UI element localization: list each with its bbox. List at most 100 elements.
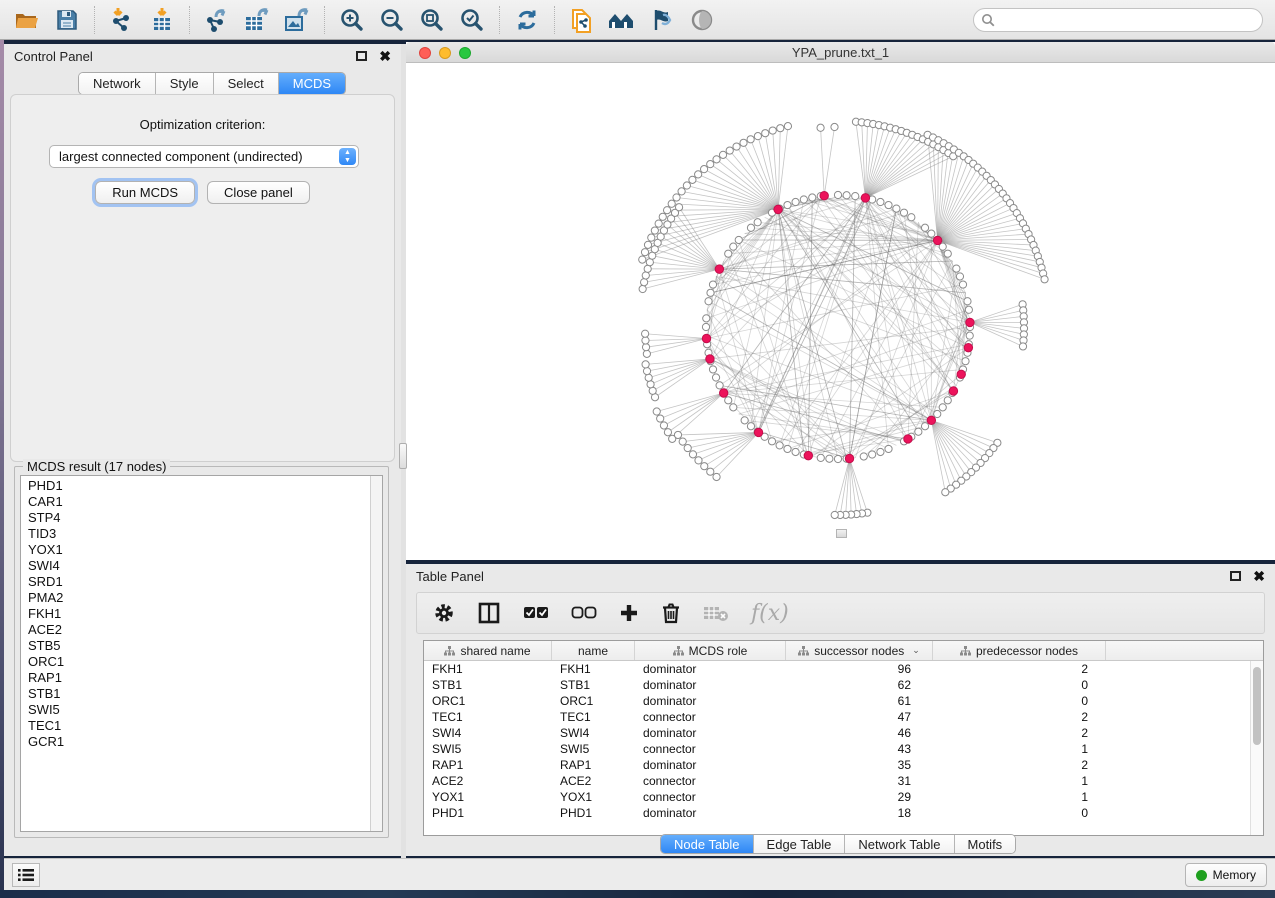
search-input[interactable] (973, 8, 1263, 32)
split-columns-icon[interactable] (477, 602, 501, 624)
task-history-button[interactable] (12, 863, 40, 887)
column-header-predecessor-nodes[interactable]: predecessor nodes (933, 641, 1106, 660)
cell-shared-name[interactable]: ORC1 (424, 693, 552, 709)
zoom-out-icon[interactable] (377, 5, 407, 35)
mcds-result-item[interactable]: TID3 (28, 526, 370, 542)
delete-column-icon[interactable] (661, 602, 681, 624)
mcds-result-item[interactable]: SWI5 (28, 702, 370, 718)
cell-predecessor-nodes[interactable]: 2 (933, 757, 1106, 773)
run-mcds-button[interactable]: Run MCDS (95, 181, 195, 204)
network-window-titlebar[interactable]: YPA_prune.txt_1 (406, 42, 1275, 63)
cell-successor-nodes[interactable]: 96 (786, 661, 933, 677)
export-image-icon[interactable] (282, 5, 312, 35)
float-table-panel-icon[interactable] (1230, 571, 1241, 581)
import-network-icon[interactable] (107, 5, 137, 35)
cell-successor-nodes[interactable]: 61 (786, 693, 933, 709)
mcds-result-item[interactable]: TEC1 (28, 718, 370, 734)
cell-predecessor-nodes[interactable]: 0 (933, 693, 1106, 709)
zoom-in-icon[interactable] (337, 5, 367, 35)
mcds-result-item[interactable]: PHD1 (28, 478, 370, 494)
delete-table-icon[interactable] (703, 604, 729, 622)
cell-predecessor-nodes[interactable]: 1 (933, 773, 1106, 789)
cell-predecessor-nodes[interactable]: 2 (933, 661, 1106, 677)
cell-shared-name[interactable]: STB1 (424, 677, 552, 693)
mcds-result-item[interactable]: SRD1 (28, 574, 370, 590)
column-header-name[interactable]: name (552, 641, 635, 660)
table-settings-icon[interactable] (433, 602, 455, 624)
maximize-window-icon[interactable] (459, 47, 471, 59)
save-session-icon[interactable] (52, 5, 82, 35)
float-panel-icon[interactable] (356, 51, 367, 61)
tab-select[interactable]: Select (214, 73, 279, 94)
column-header-successor-nodes[interactable]: successor nodes⌄ (786, 641, 933, 660)
table-row[interactable]: ORC1ORC1dominator610 (424, 693, 1263, 709)
cell-shared-name[interactable]: YOX1 (424, 789, 552, 805)
cell-predecessor-nodes[interactable]: 1 (933, 741, 1106, 757)
table-row[interactable]: ACE2ACE2connector311 (424, 773, 1263, 789)
column-header-MCDS-role[interactable]: MCDS role (635, 641, 786, 660)
cell-successor-nodes[interactable]: 62 (786, 677, 933, 693)
cell-shared-name[interactable]: SWI4 (424, 725, 552, 741)
mcds-result-item[interactable]: SWI4 (28, 558, 370, 574)
cell-successor-nodes[interactable]: 43 (786, 741, 933, 757)
select-all-checks-icon[interactable] (523, 606, 549, 620)
table-row[interactable]: PHD1PHD1dominator180 (424, 805, 1263, 821)
cell-shared-name[interactable]: PHD1 (424, 805, 552, 821)
tab-network[interactable]: Network (79, 73, 156, 94)
minimize-window-icon[interactable] (439, 47, 451, 59)
table-scrollbar[interactable] (1250, 661, 1263, 835)
cell-MCDS-role[interactable]: connector (635, 789, 786, 805)
cell-successor-nodes[interactable]: 46 (786, 725, 933, 741)
hide-details-icon[interactable] (647, 5, 677, 35)
cell-name[interactable]: STB1 (552, 677, 635, 693)
cell-name[interactable]: YOX1 (552, 789, 635, 805)
horizontal-splitter-grip[interactable] (836, 529, 847, 538)
memory-button[interactable]: Memory (1185, 863, 1267, 887)
cell-predecessor-nodes[interactable]: 1 (933, 789, 1106, 805)
cell-predecessor-nodes[interactable]: 2 (933, 725, 1106, 741)
cell-name[interactable]: RAP1 (552, 757, 635, 773)
cell-successor-nodes[interactable]: 18 (786, 805, 933, 821)
mcds-result-item[interactable]: RAP1 (28, 670, 370, 686)
import-table-icon[interactable] (147, 5, 177, 35)
mcds-result-item[interactable]: GCR1 (28, 734, 370, 750)
cell-successor-nodes[interactable]: 31 (786, 773, 933, 789)
deselect-all-checks-icon[interactable] (571, 606, 597, 620)
table-row[interactable]: FKH1FKH1dominator962 (424, 661, 1263, 677)
add-column-icon[interactable] (619, 603, 639, 623)
tab-mcds[interactable]: MCDS (279, 73, 345, 94)
mcds-result-item[interactable]: CAR1 (28, 494, 370, 510)
cell-MCDS-role[interactable]: connector (635, 773, 786, 789)
mcds-result-item[interactable]: STB5 (28, 638, 370, 654)
cell-name[interactable]: ACE2 (552, 773, 635, 789)
cell-name[interactable]: PHD1 (552, 805, 635, 821)
cell-predecessor-nodes[interactable]: 0 (933, 805, 1106, 821)
function-builder-icon[interactable]: f(x) (751, 601, 789, 626)
cell-name[interactable]: ORC1 (552, 693, 635, 709)
export-table-icon[interactable] (242, 5, 272, 35)
tab-edge-table[interactable]: Edge Table (754, 835, 846, 853)
mcds-result-item[interactable]: PMA2 (28, 590, 370, 606)
mcds-result-item[interactable]: FKH1 (28, 606, 370, 622)
cell-MCDS-role[interactable]: connector (635, 741, 786, 757)
table-scrollbar-thumb[interactable] (1253, 667, 1261, 745)
open-file-icon[interactable] (12, 5, 42, 35)
network-overview-icon[interactable] (607, 5, 637, 35)
mcds-result-item[interactable]: ORC1 (28, 654, 370, 670)
table-row[interactable]: TEC1TEC1connector472 (424, 709, 1263, 725)
cell-MCDS-role[interactable]: dominator (635, 693, 786, 709)
tab-motifs[interactable]: Motifs (955, 835, 1016, 853)
cell-name[interactable]: SWI5 (552, 741, 635, 757)
cell-successor-nodes[interactable]: 35 (786, 757, 933, 773)
cell-MCDS-role[interactable]: dominator (635, 757, 786, 773)
zoom-fit-icon[interactable] (417, 5, 447, 35)
criterion-dropdown[interactable]: largest connected component (undirected)… (49, 145, 359, 168)
column-header-shared-name[interactable]: shared name (424, 641, 552, 660)
table-row[interactable]: RAP1RAP1dominator352 (424, 757, 1263, 773)
cell-successor-nodes[interactable]: 47 (786, 709, 933, 725)
mcds-result-item[interactable]: STB1 (28, 686, 370, 702)
close-panel-icon[interactable]: ✖ (379, 49, 391, 63)
table-row[interactable]: STB1STB1dominator620 (424, 677, 1263, 693)
table-row[interactable]: SWI5SWI5connector431 (424, 741, 1263, 757)
cell-shared-name[interactable]: SWI5 (424, 741, 552, 757)
